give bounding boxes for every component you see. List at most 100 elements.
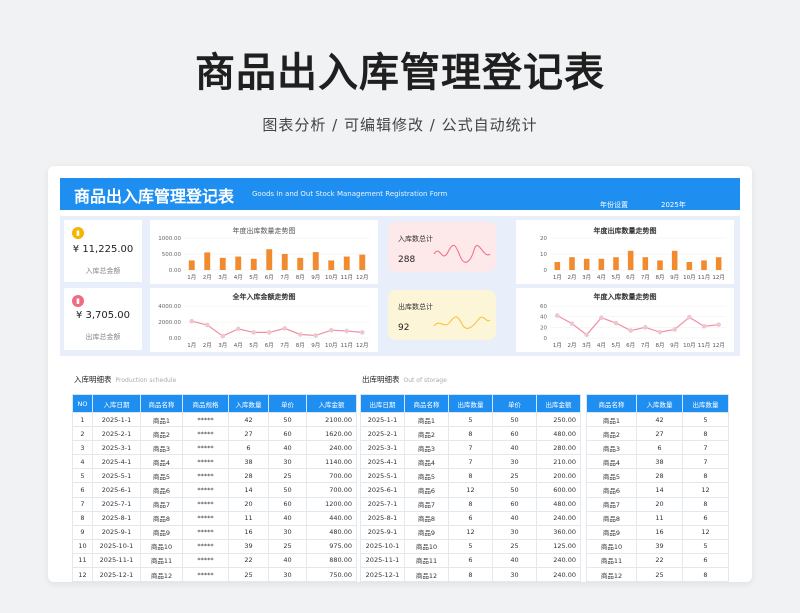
table-cell[interactable]: 20 bbox=[636, 496, 683, 512]
table-cell[interactable]: 480.00 bbox=[536, 426, 581, 442]
table-cell[interactable]: 1620.00 bbox=[306, 426, 357, 442]
table-cell[interactable]: 商品2 bbox=[140, 426, 183, 442]
table-cell[interactable]: 7 bbox=[448, 454, 493, 470]
table-cell[interactable]: 8 bbox=[448, 567, 493, 582]
table-cell[interactable]: 440.00 bbox=[306, 510, 357, 526]
table-cell[interactable]: 2025-5-1 bbox=[92, 468, 141, 484]
table-cell[interactable]: 22 bbox=[228, 552, 269, 569]
table-cell[interactable]: 25 bbox=[268, 538, 307, 554]
table-cell[interactable]: 750.00 bbox=[306, 567, 357, 582]
table-cell[interactable]: 50 bbox=[268, 482, 307, 498]
table-cell[interactable]: ***** bbox=[182, 468, 229, 484]
table-cell[interactable]: 2025-7-1 bbox=[360, 496, 405, 512]
table-cell[interactable]: 商品5 bbox=[404, 468, 449, 484]
table-cell[interactable]: 40 bbox=[492, 552, 537, 569]
table-cell[interactable]: 商品11 bbox=[404, 552, 449, 569]
table-cell[interactable]: 8 bbox=[448, 468, 493, 484]
table-cell[interactable]: 2025-4-1 bbox=[360, 454, 405, 470]
table-cell[interactable]: ***** bbox=[182, 524, 229, 540]
table-cell[interactable]: 6 bbox=[228, 440, 269, 456]
table-cell[interactable]: 商品3 bbox=[404, 440, 449, 456]
table-cell[interactable]: 30 bbox=[268, 524, 307, 540]
table-cell[interactable]: ***** bbox=[182, 411, 229, 428]
table-cell[interactable]: 2025-1-1 bbox=[360, 411, 405, 428]
table-cell[interactable]: 商品4 bbox=[404, 454, 449, 470]
table-cell[interactable]: 40 bbox=[492, 440, 537, 456]
table-cell[interactable]: 8 bbox=[448, 426, 493, 442]
table-cell[interactable]: 2025-8-1 bbox=[360, 510, 405, 526]
table-cell[interactable]: 2025-10-1 bbox=[92, 538, 141, 554]
table-cell[interactable]: 50 bbox=[492, 482, 537, 498]
table-cell[interactable]: 12 bbox=[682, 524, 729, 540]
table-cell[interactable]: 16 bbox=[228, 524, 269, 540]
table-cell[interactable]: 8 bbox=[448, 496, 493, 512]
table-cell[interactable]: 880.00 bbox=[306, 552, 357, 569]
table-cell[interactable]: 6 bbox=[448, 510, 493, 526]
table-cell[interactable]: 商品8 bbox=[140, 510, 183, 526]
table-cell[interactable]: 7 bbox=[682, 454, 729, 470]
table-cell[interactable]: 2025-1-1 bbox=[92, 411, 141, 428]
table-cell[interactable]: 6 bbox=[72, 482, 93, 498]
table-cell[interactable]: 700.00 bbox=[306, 468, 357, 484]
table-cell[interactable]: 5 bbox=[448, 538, 493, 554]
table-cell[interactable]: 2025-5-1 bbox=[360, 468, 405, 484]
table-cell[interactable]: 280.00 bbox=[536, 440, 581, 456]
table-cell[interactable]: 3 bbox=[72, 440, 93, 456]
table-cell[interactable]: 商品12 bbox=[140, 567, 183, 582]
table-cell[interactable]: 5 bbox=[448, 411, 493, 428]
table-cell[interactable]: 360.00 bbox=[536, 524, 581, 540]
table-cell[interactable]: 8 bbox=[682, 426, 729, 442]
table-cell[interactable]: 60 bbox=[268, 426, 307, 442]
table-cell[interactable]: 60 bbox=[492, 426, 537, 442]
table-cell[interactable]: 12 bbox=[448, 482, 493, 498]
table-cell[interactable]: 2025-12-1 bbox=[92, 567, 141, 582]
table-cell[interactable]: 30 bbox=[492, 524, 537, 540]
table-cell[interactable]: 2025-6-1 bbox=[92, 482, 141, 498]
table-cell[interactable]: 8 bbox=[72, 510, 93, 526]
table-cell[interactable]: 22 bbox=[636, 552, 683, 569]
table-cell[interactable]: 2025-9-1 bbox=[92, 524, 141, 540]
table-cell[interactable]: 5 bbox=[72, 468, 93, 484]
table-cell[interactable]: 240.00 bbox=[536, 510, 581, 526]
table-cell[interactable]: 商品6 bbox=[586, 482, 637, 498]
table-cell[interactable]: 14 bbox=[636, 482, 683, 498]
table-cell[interactable]: 6 bbox=[682, 552, 729, 569]
table-cell[interactable]: 38 bbox=[636, 454, 683, 470]
table-cell[interactable]: 2 bbox=[72, 426, 93, 442]
table-cell[interactable]: 480.00 bbox=[536, 496, 581, 512]
table-cell[interactable]: 39 bbox=[636, 538, 683, 554]
table-cell[interactable]: 商品2 bbox=[586, 426, 637, 442]
table-cell[interactable]: 10 bbox=[72, 538, 93, 554]
table-cell[interactable]: 28 bbox=[228, 468, 269, 484]
table-cell[interactable]: 11 bbox=[228, 510, 269, 526]
table-cell[interactable]: ***** bbox=[182, 454, 229, 470]
table-cell[interactable]: 7 bbox=[448, 440, 493, 456]
table-cell[interactable]: 商品11 bbox=[586, 552, 637, 569]
table-cell[interactable]: 2025-3-1 bbox=[360, 440, 405, 456]
table-cell[interactable]: 5 bbox=[682, 538, 729, 554]
table-cell[interactable]: 2025-9-1 bbox=[360, 524, 405, 540]
table-cell[interactable]: 40 bbox=[268, 552, 307, 569]
table-cell[interactable]: 商品4 bbox=[140, 454, 183, 470]
table-cell[interactable]: 28 bbox=[636, 468, 683, 484]
table-cell[interactable]: 2025-4-1 bbox=[92, 454, 141, 470]
table-cell[interactable]: 商品3 bbox=[586, 440, 637, 456]
table-cell[interactable]: 40 bbox=[492, 510, 537, 526]
table-cell[interactable]: 12 bbox=[448, 524, 493, 540]
table-cell[interactable]: 1 bbox=[72, 411, 93, 428]
table-cell[interactable]: 975.00 bbox=[306, 538, 357, 554]
table-cell[interactable]: ***** bbox=[182, 482, 229, 498]
table-cell[interactable]: 商品8 bbox=[586, 510, 637, 526]
table-cell[interactable]: 商品1 bbox=[404, 411, 449, 428]
table-cell[interactable]: 39 bbox=[228, 538, 269, 554]
table-cell[interactable]: 12 bbox=[72, 567, 93, 582]
table-cell[interactable]: 商品6 bbox=[404, 482, 449, 498]
table-cell[interactable]: 240.00 bbox=[536, 567, 581, 582]
table-cell[interactable]: 27 bbox=[636, 426, 683, 442]
table-cell[interactable]: 8 bbox=[682, 468, 729, 484]
table-cell[interactable]: 42 bbox=[636, 411, 683, 428]
table-cell[interactable]: 6 bbox=[682, 510, 729, 526]
table-cell[interactable]: ***** bbox=[182, 552, 229, 569]
table-cell[interactable]: 商品7 bbox=[586, 496, 637, 512]
table-cell[interactable]: 商品7 bbox=[404, 496, 449, 512]
